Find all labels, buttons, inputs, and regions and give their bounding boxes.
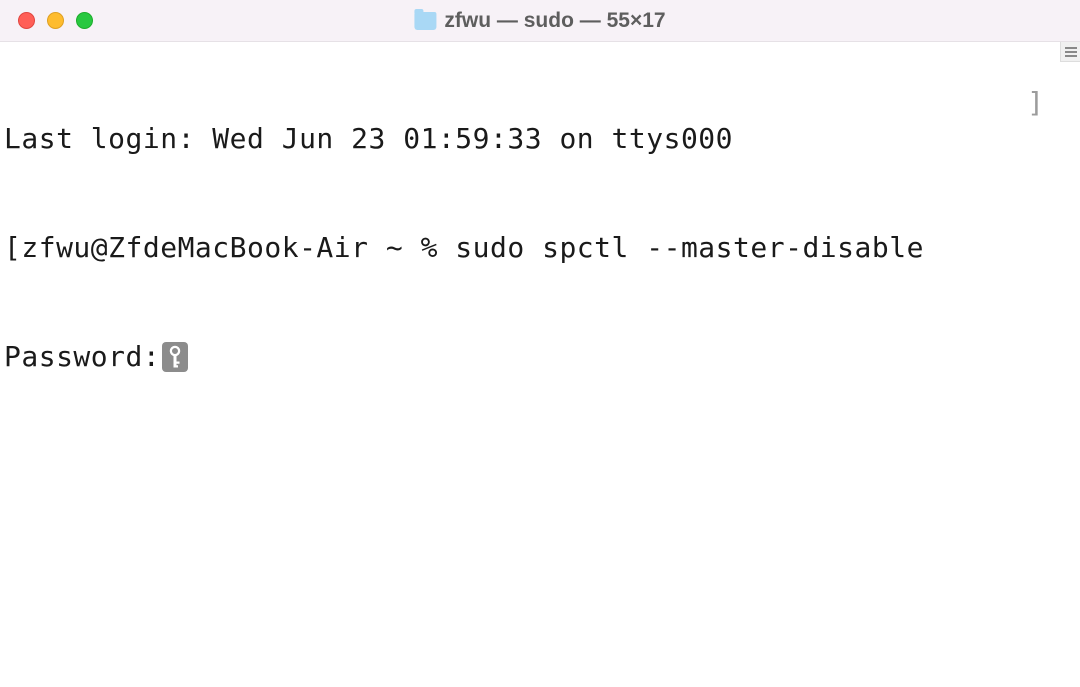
terminal-area[interactable]: Last login: Wed Jun 23 01:59:33 on ttys0… [0, 42, 1080, 687]
password-label: Password: [4, 339, 160, 375]
window-title: zfwu — sudo — 55×17 [414, 9, 665, 33]
last-login-line: Last login: Wed Jun 23 01:59:33 on ttys0… [4, 121, 1076, 157]
scroll-indicator-icon[interactable] [1060, 42, 1080, 62]
right-bracket: ] [1027, 86, 1044, 119]
window-titlebar: zfwu — sudo — 55×17 [0, 0, 1080, 42]
traffic-lights [0, 12, 93, 29]
minimize-button[interactable] [47, 12, 64, 29]
maximize-button[interactable] [76, 12, 93, 29]
key-icon [162, 342, 188, 372]
folder-icon [414, 12, 436, 30]
close-button[interactable] [18, 12, 35, 29]
password-line: Password: [4, 339, 1076, 375]
window-title-text: zfwu — sudo — 55×17 [444, 9, 665, 33]
prompt-line: [zfwu@ZfdeMacBook-Air ~ % sudo spctl --m… [4, 230, 1076, 266]
terminal-content: Last login: Wed Jun 23 01:59:33 on ttys0… [0, 42, 1080, 454]
